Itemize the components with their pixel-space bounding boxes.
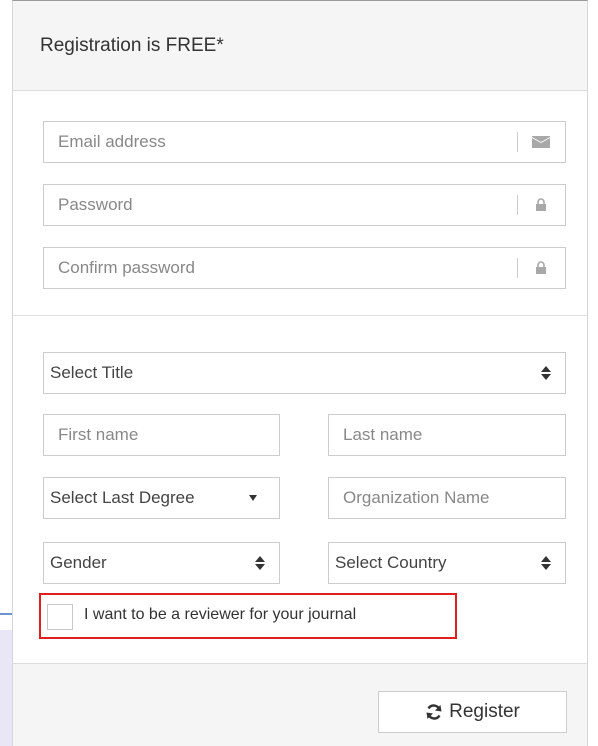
lock-icon bbox=[517, 185, 565, 225]
gender-select-value: Gender bbox=[50, 553, 107, 572]
register-button-label: Register bbox=[449, 701, 520, 722]
caret-down-icon bbox=[249, 495, 257, 501]
password-field[interactable]: Password bbox=[43, 184, 566, 226]
last-name-input[interactable]: Last name bbox=[328, 414, 566, 456]
confirm-password-input[interactable]: Confirm password bbox=[44, 248, 517, 288]
registration-panel: Registration is FREE* Email address Pass… bbox=[12, 0, 588, 746]
reviewer-highlight: I want to be a reviewer for your journal bbox=[39, 593, 457, 639]
country-select[interactable]: Select Country bbox=[328, 542, 566, 584]
sort-updown-icon bbox=[255, 555, 265, 571]
gender-select[interactable]: Gender bbox=[43, 542, 280, 584]
email-field[interactable]: Email address bbox=[43, 121, 566, 163]
reviewer-checkbox[interactable] bbox=[47, 604, 73, 630]
lock-icon bbox=[517, 248, 565, 288]
confirm-password-field[interactable]: Confirm password bbox=[43, 247, 566, 289]
panel-footer: Register bbox=[13, 663, 587, 746]
first-name-placeholder: First name bbox=[58, 425, 139, 444]
email-input[interactable]: Email address bbox=[44, 122, 517, 162]
degree-select[interactable]: Select Last Degree bbox=[43, 477, 280, 519]
country-select-value: Select Country bbox=[335, 553, 447, 572]
organization-input[interactable]: Organization Name bbox=[328, 477, 566, 519]
first-name-input[interactable]: First name bbox=[43, 414, 280, 456]
sort-updown-icon bbox=[541, 555, 551, 571]
background-strip bbox=[0, 630, 12, 746]
sort-updown-icon bbox=[541, 365, 551, 381]
title-select-value: Select Title bbox=[50, 363, 134, 382]
last-name-placeholder: Last name bbox=[343, 425, 423, 444]
panel-title: Registration is FREE* bbox=[40, 35, 224, 56]
title-select[interactable]: Select Title bbox=[43, 352, 566, 394]
panel-header: Registration is FREE* bbox=[13, 1, 587, 91]
reviewer-checkbox-label[interactable]: I want to be a reviewer for your journal bbox=[84, 606, 356, 624]
envelope-icon bbox=[517, 122, 565, 162]
refresh-icon bbox=[426, 704, 442, 720]
password-input[interactable]: Password bbox=[44, 185, 517, 225]
register-button[interactable]: Register bbox=[378, 691, 567, 733]
degree-select-value: Select Last Degree bbox=[50, 488, 195, 507]
organization-placeholder: Organization Name bbox=[343, 488, 490, 507]
section-divider bbox=[13, 315, 587, 316]
